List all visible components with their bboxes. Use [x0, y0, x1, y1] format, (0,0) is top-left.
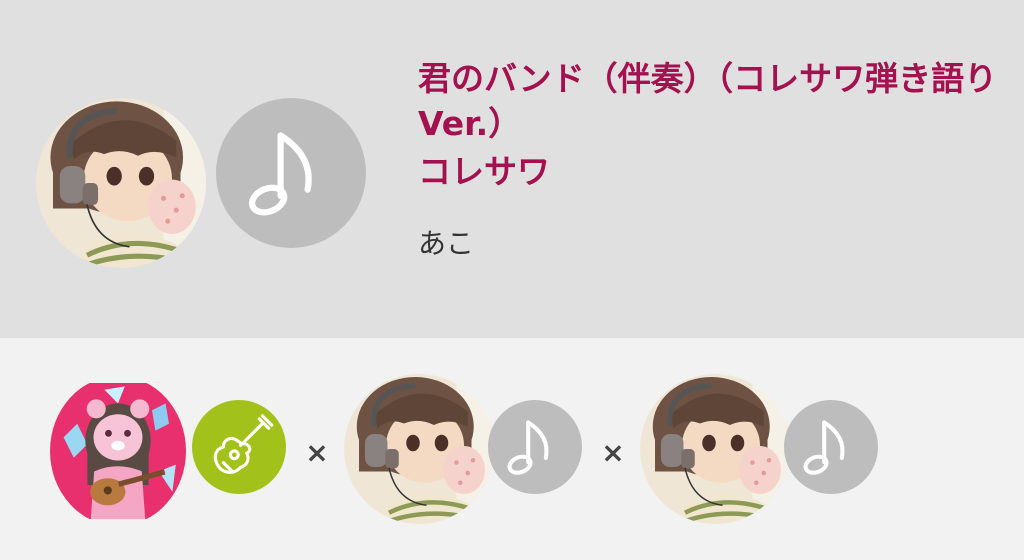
- guitar-icon: [200, 408, 278, 486]
- headphones-girl-image: [640, 374, 790, 524]
- singer-name[interactable]: あこ: [418, 226, 474, 262]
- participant-avatar[interactable]: [50, 376, 186, 526]
- vocal-part-badge: [784, 400, 878, 494]
- headphones-girl-image: [344, 374, 494, 524]
- vocal-part-badge: [488, 400, 582, 494]
- track-header: 君のバンド（伴奏）（コレサワ弾き語りVer.） コレサワ あこ: [0, 0, 1024, 338]
- guitar-part-badge: [192, 400, 286, 494]
- song-title[interactable]: 君のバンド（伴奏）（コレサワ弾き語りVer.）: [418, 56, 998, 146]
- song-artist[interactable]: コレサワ: [418, 149, 550, 194]
- music-note-icon: [501, 413, 569, 481]
- headphones-girl-image: [36, 98, 206, 268]
- collaboration-row: × ×: [0, 338, 1024, 560]
- collab-separator: ×: [601, 436, 625, 469]
- collab-separator: ×: [305, 436, 329, 469]
- singer-avatar[interactable]: [36, 98, 206, 268]
- music-note-icon: [239, 121, 343, 225]
- music-note-icon: [797, 413, 865, 481]
- participant-avatar[interactable]: [344, 374, 494, 524]
- vocal-part-badge: [216, 98, 366, 248]
- participant-avatar[interactable]: [640, 374, 790, 524]
- pink-bear-guitar-girl-image: [50, 376, 186, 526]
